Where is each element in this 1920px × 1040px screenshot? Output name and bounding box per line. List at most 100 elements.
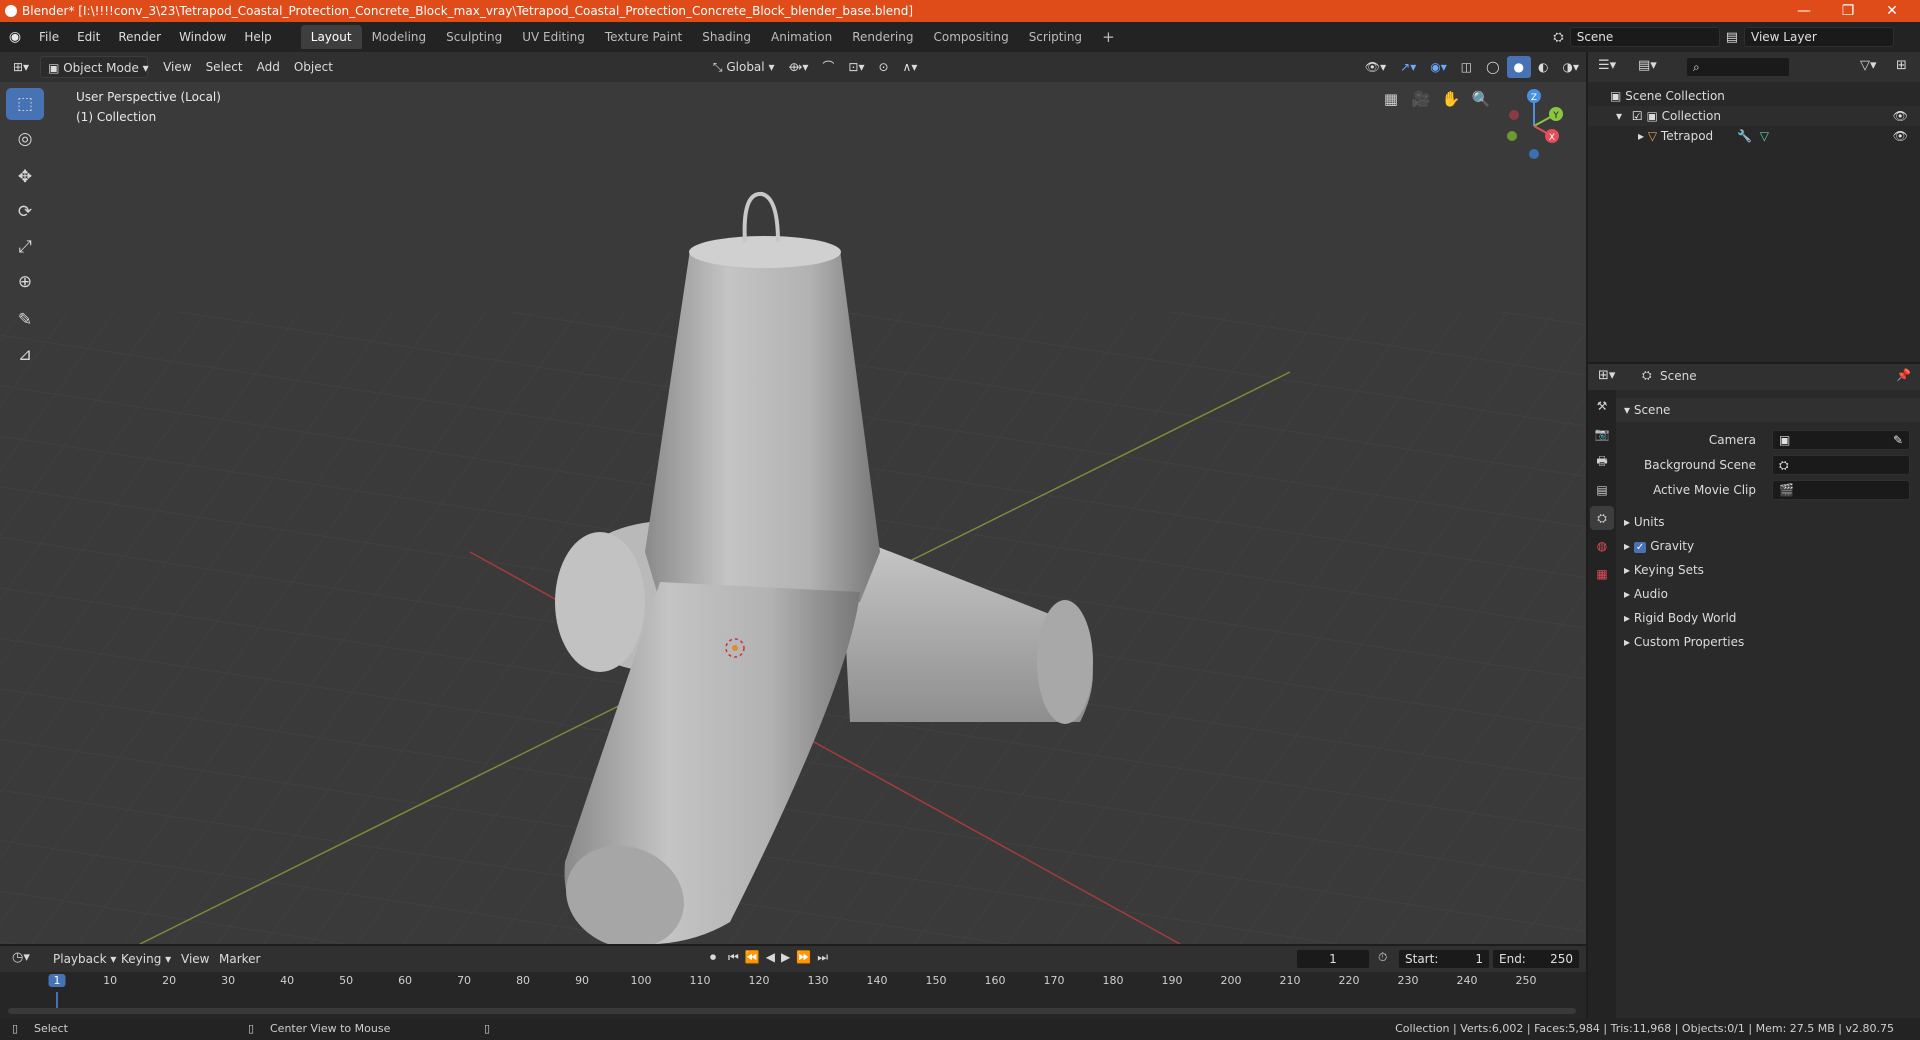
custom-properties-panel[interactable]: ▸ Custom Properties (1616, 630, 1920, 654)
pin-icon[interactable]: 📌 (1896, 368, 1911, 382)
maximize-button[interactable]: ❐ (1826, 0, 1870, 22)
camera-view-icon[interactable]: 🎥 (1408, 86, 1434, 112)
scene-tab-icon[interactable]: ⛭ (1590, 506, 1614, 530)
play-reverse-icon[interactable]: ◀ (766, 950, 775, 965)
proportional-edit-icon[interactable]: ⊙ (871, 56, 895, 78)
timeline-editor-icon[interactable]: ◷▾ (12, 950, 30, 965)
tool-tab-icon[interactable]: ⚒ (1590, 394, 1614, 418)
mode-dropdown[interactable]: ▣ Object Mode ▾ (40, 56, 149, 78)
zoom-icon[interactable]: 🔍 (1468, 86, 1494, 112)
outliner-row-collection[interactable]: ▾ ☑ ▣ Collection 👁 (1588, 106, 1920, 126)
scene-field[interactable]: Scene (1569, 27, 1720, 47)
collection-checkbox-icon[interactable]: ☑ (1632, 109, 1643, 123)
current-frame-field[interactable]: 1 (1296, 949, 1370, 969)
pivot-icon[interactable]: ⟴▾ (781, 56, 815, 78)
gravity-checkbox[interactable]: ✓ (1633, 542, 1647, 553)
rendered-shading-icon[interactable]: ◑▾ (1556, 56, 1587, 78)
keying-menu[interactable]: Keying ▾ (114, 948, 178, 970)
move-icon[interactable]: ✥ (6, 161, 44, 193)
outliner-editor-icon[interactable]: ☰▾ (1598, 58, 1616, 73)
expand-object-icon[interactable]: ▸ (1638, 129, 1644, 143)
camera-field[interactable]: ▣ ✎ (1772, 430, 1910, 450)
visibility-icon[interactable]: 👁▾ (1358, 56, 1393, 78)
tab-animation[interactable]: Animation (761, 25, 842, 49)
mesh-data-icon[interactable]: ▽ (1760, 129, 1769, 143)
tab-texture-paint[interactable]: Texture Paint (595, 25, 692, 49)
tab-compositing[interactable]: Compositing (923, 25, 1018, 49)
menu-add[interactable]: Add (250, 56, 287, 78)
select-box-icon[interactable]: ⬚ (6, 88, 44, 120)
world-tab-icon[interactable]: ◍ (1590, 534, 1614, 558)
new-collection-icon[interactable]: ⊞ (1896, 58, 1907, 73)
next-keyframe-icon[interactable]: ⏩ (796, 950, 811, 965)
menu-render[interactable]: Render (109, 26, 170, 48)
cursor-icon[interactable]: ◎ (6, 123, 44, 155)
gravity-panel[interactable]: ▸ ✓ Gravity (1616, 534, 1920, 558)
gizmo-neg-z-handle[interactable] (1529, 149, 1539, 159)
texture-tab-icon[interactable]: ▦ (1590, 562, 1614, 586)
timeline-ruler[interactable]: 1 10 20 30 40 50 60 70 80 90 100 110 120 130 140 150 160… (0, 972, 1586, 992)
jump-start-icon[interactable]: ⏮ (728, 950, 739, 965)
menu-select[interactable]: Select (199, 56, 250, 78)
measure-icon[interactable]: ⊿ (6, 339, 44, 371)
orientation-dropdown[interactable]: ⤡ Global ▾ (706, 56, 782, 78)
units-panel[interactable]: ▸ Units (1616, 510, 1920, 534)
outliner-row-scene-collection[interactable]: ▣ Scene Collection (1588, 86, 1920, 106)
annotate-icon[interactable]: ✎ (6, 304, 44, 336)
menu-window[interactable]: Window (170, 26, 235, 48)
properties-editor-icon[interactable]: ⊞▾ (1598, 368, 1615, 383)
modifier-wrench-icon[interactable]: 🔧 (1737, 129, 1752, 143)
snap-icon[interactable]: ⌒ (815, 56, 841, 78)
active-movie-clip-field[interactable]: 🎬 (1772, 480, 1910, 500)
eyedropper-icon[interactable]: ✎ (1893, 431, 1903, 449)
marker-menu[interactable]: Marker (212, 948, 267, 970)
background-scene-field[interactable]: ⛭ (1772, 455, 1910, 475)
outliner-search-input[interactable]: ⌕ (1686, 57, 1790, 77)
menu-edit[interactable]: Edit (68, 26, 109, 48)
3d-viewport[interactable]: User Perspective (Local) (1) Collection … (0, 82, 1586, 944)
gizmo-neg-y-handle[interactable] (1507, 131, 1517, 141)
overlay-icon[interactable]: ◉▾ (1423, 56, 1454, 78)
output-tab-icon[interactable]: 🖶 (1590, 450, 1614, 474)
tab-uv-editing[interactable]: UV Editing (512, 25, 595, 49)
menu-object[interactable]: Object (287, 56, 340, 78)
keying-sets-panel[interactable]: ▸ Keying Sets (1616, 558, 1920, 582)
blender-menu-icon[interactable]: ◉ (0, 29, 30, 45)
menu-view[interactable]: View (156, 56, 198, 78)
xray-icon[interactable]: ◫ (1454, 56, 1479, 78)
menu-help[interactable]: Help (235, 26, 280, 48)
outliner-row-tetrapod[interactable]: ▸ ▽ Tetrapod 🔧 ▽ 👁 (1588, 126, 1920, 146)
eye-icon[interactable]: 👁 (1893, 126, 1908, 146)
tab-shading[interactable]: Shading (692, 25, 761, 49)
tab-layout[interactable]: Layout (300, 25, 362, 49)
playback-menu[interactable]: Playback ▾ (46, 948, 123, 970)
falloff-icon[interactable]: ∧▾ (896, 56, 925, 78)
filter-icon[interactable]: ▽▾ (1860, 58, 1877, 73)
start-frame-field[interactable]: Start: 1 (1398, 949, 1490, 969)
jump-end-icon[interactable]: ⏭ (817, 950, 828, 965)
tab-sculpting[interactable]: Sculpting (436, 25, 512, 49)
timeline-view-menu[interactable]: View (174, 948, 216, 970)
scene-panel-header[interactable]: ▾ Scene (1616, 398, 1920, 422)
render-tab-icon[interactable]: 📷 (1590, 422, 1614, 446)
play-icon[interactable]: ▶ (781, 950, 790, 965)
gizmo-icon[interactable]: ↗▾ (1393, 56, 1423, 78)
tab-scripting[interactable]: Scripting (1019, 25, 1092, 49)
prev-keyframe-icon[interactable]: ⏪ (745, 950, 760, 965)
display-mode-icon[interactable]: ▤▾ (1638, 58, 1657, 73)
scale-icon[interactable]: ⤢ (6, 231, 44, 263)
record-icon[interactable]: ⏺ (710, 950, 716, 965)
timeline-area[interactable]: 1 10 20 30 40 50 60 70 80 90 100 110 120 130 140 150 160… (0, 972, 1586, 1018)
wireframe-shading-icon[interactable]: ◯ (1479, 56, 1506, 78)
rotate-icon[interactable]: ⟳ (6, 196, 44, 228)
eye-icon[interactable]: 👁 (1893, 106, 1908, 126)
tab-modeling[interactable]: Modeling (362, 25, 437, 49)
view-layer-field[interactable]: View Layer (1744, 27, 1894, 47)
orientation-gizmo[interactable]: Z Y X (1494, 82, 1584, 168)
close-button[interactable]: ✕ (1870, 0, 1914, 22)
tab-rendering[interactable]: Rendering (842, 25, 923, 49)
audio-panel[interactable]: ▸ Audio (1616, 582, 1920, 606)
snap-target-icon[interactable]: ⊡▾ (841, 56, 871, 78)
timeline-scrollbar[interactable] (8, 1008, 1576, 1014)
minimize-button[interactable]: — (1782, 0, 1826, 22)
